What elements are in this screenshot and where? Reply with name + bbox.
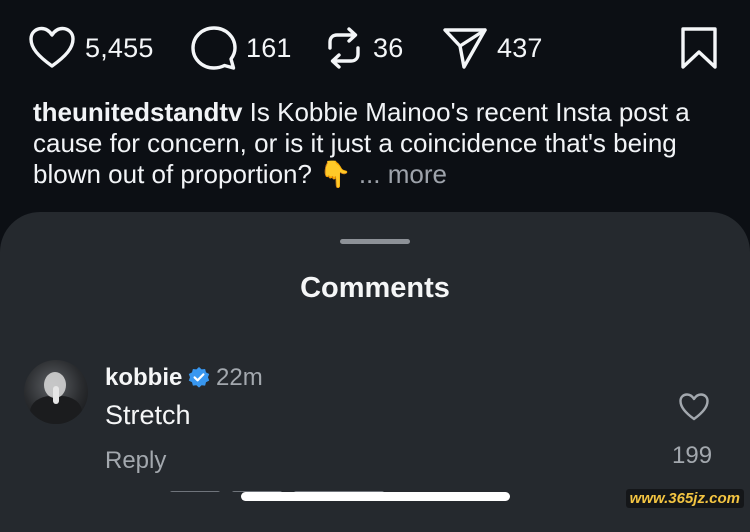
reply-button[interactable]: Reply	[105, 447, 166, 475]
comment-timestamp: 22m	[216, 364, 263, 391]
avatar[interactable]	[24, 360, 88, 424]
watermark: www.365jz.com	[625, 489, 744, 508]
save-button[interactable]	[680, 22, 718, 74]
heart-icon	[29, 26, 75, 68]
speech-bubble-icon	[191, 26, 237, 70]
comment-count: 161	[246, 32, 292, 63]
caption-username[interactable]: theunitedstandtv	[33, 97, 242, 127]
comment-username[interactable]: kobbie	[105, 364, 182, 392]
comments-sheet: Comments kobbie 22m Stretch Reply 199	[0, 212, 750, 532]
repost-arrows-icon	[328, 27, 360, 69]
repost-button[interactable]: 36	[324, 22, 403, 74]
post-caption: theunitedstandtv Is Kobbie Mainoo's rece…	[33, 97, 713, 190]
comment-text: Stretch	[105, 400, 191, 430]
sheet-drag-handle[interactable]	[340, 239, 410, 244]
share-count: 437	[497, 32, 543, 63]
home-indicator[interactable]	[241, 492, 510, 501]
like-button[interactable]: 5,455	[28, 22, 154, 74]
comment-button[interactable]: 161	[191, 22, 292, 74]
sheet-title: Comments	[300, 272, 450, 304]
share-button[interactable]: 437	[442, 22, 543, 74]
avatar-hand	[53, 386, 59, 404]
view-replies-link-obscured[interactable]	[170, 482, 470, 492]
heart-outline-icon[interactable]	[678, 392, 710, 422]
comment-like-count: 199	[672, 442, 713, 469]
verified-badge-icon	[188, 367, 210, 388]
like-count: 5,455	[85, 32, 154, 63]
pointing-down-emoji: 👇	[319, 159, 352, 189]
post-action-bar: 5,455 161 36 437	[28, 22, 722, 74]
bookmark-icon	[681, 27, 717, 69]
repost-count: 36	[373, 32, 404, 63]
more-link[interactable]: ... more	[359, 159, 447, 189]
paper-plane-icon	[443, 28, 487, 69]
